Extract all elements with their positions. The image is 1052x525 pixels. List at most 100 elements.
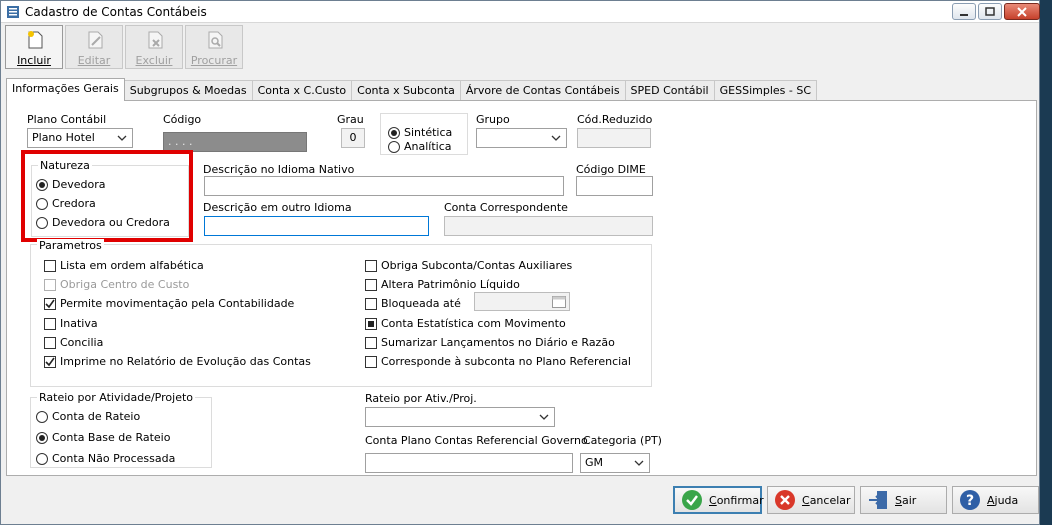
bloqueada-date-input[interactable]	[474, 292, 570, 311]
categoria-select[interactable]: GM	[580, 453, 650, 473]
rateio-conta-base-radio[interactable]: Conta Base de Rateio	[36, 431, 170, 444]
desc-nativo-label: Descrição no Idioma Nativo	[203, 163, 355, 176]
exit-door-icon	[869, 491, 887, 509]
param-permite-movimentacao[interactable]: Permite movimentação pela Contabilidade	[44, 297, 294, 310]
close-button[interactable]	[1004, 3, 1040, 20]
grupo-label: Grupo	[476, 113, 510, 126]
plano-contabil-value: Plano Hotel	[32, 131, 95, 144]
categoria-value: GM	[585, 456, 604, 469]
analitica-label: Analítica	[404, 140, 452, 153]
param-bloqueada-ate[interactable]: Bloqueada até	[365, 297, 461, 310]
incluir-button[interactable]: Incluir	[5, 25, 63, 69]
app-window: Cadastro de Contas Contábeis Incluir Edi…	[0, 0, 1040, 525]
param-conta-estatistica[interactable]: Conta Estatística com Movimento	[365, 317, 566, 330]
radio-dot	[36, 410, 48, 423]
plano-contabil-select[interactable]: Plano Hotel	[27, 128, 133, 148]
param-label: Lista em ordem alfabética	[60, 259, 204, 272]
checkbox	[44, 278, 56, 291]
sintetica-radio[interactable]: Sintética	[388, 126, 452, 139]
grau-input[interactable]: 0	[341, 128, 365, 148]
plano-contabil-label: Plano Contábil	[27, 113, 107, 126]
grau-label: Grau	[337, 113, 364, 126]
chevron-down-icon	[634, 460, 644, 466]
checkbox	[44, 317, 56, 330]
grupo-select[interactable]	[476, 128, 567, 148]
conta-corresp-input[interactable]	[444, 216, 653, 236]
desc-outro-input[interactable]	[204, 216, 429, 236]
window-title: Cadastro de Contas Contábeis	[25, 5, 207, 19]
tab-informacoes-gerais[interactable]: Informações Gerais	[6, 78, 125, 101]
param-lista-alfabetica[interactable]: Lista em ordem alfabética	[44, 259, 204, 272]
rateio-opt-label: Conta de Rateio	[52, 410, 141, 423]
checkbox	[365, 259, 377, 272]
rateio-group: Rateio por Atividade/Projeto Conta de Ra…	[30, 391, 212, 468]
maximize-icon	[985, 6, 995, 16]
codigo-dime-input[interactable]	[576, 176, 653, 196]
new-document-icon	[28, 31, 43, 49]
tab-conta-c-custo[interactable]: Conta x C.Custo	[251, 80, 353, 101]
tab-arvore-contas[interactable]: Árvore de Contas Contábeis	[459, 80, 626, 101]
categoria-label: Categoria (PT)	[583, 434, 662, 447]
delete-document-icon	[148, 31, 163, 49]
desc-nativo-input[interactable]	[204, 176, 564, 196]
param-corresponde-subconta[interactable]: Corresponde à subconta no Plano Referenc…	[365, 355, 631, 368]
parametros-title: Parametros	[37, 239, 104, 252]
checkbox	[365, 336, 377, 349]
tab-gessimples[interactable]: GESSimples - SC	[713, 80, 817, 101]
tab-subgrupos-moedas[interactable]: Subgrupos & Moedas	[123, 80, 253, 101]
param-altera-patrimonio[interactable]: Altera Patrimônio Líquido	[365, 278, 520, 291]
procurar-button[interactable]: Procurar	[185, 25, 243, 69]
incluir-label: Incluir	[17, 54, 51, 67]
cancel-circle-icon	[775, 490, 795, 510]
cod-reduzido-input[interactable]	[577, 128, 651, 148]
checkbox	[365, 297, 377, 310]
sair-button[interactable]: Sair	[860, 486, 947, 514]
confirmar-label: Confirmar	[709, 493, 764, 507]
radio-dot	[388, 126, 400, 139]
codigo-input[interactable]: . . . .	[163, 132, 307, 152]
maximize-button[interactable]	[978, 3, 1002, 20]
checkmark-icon	[45, 357, 55, 366]
param-label: Conta Estatística com Movimento	[381, 317, 566, 330]
help-icon: ?	[960, 490, 980, 510]
rateio-nao-processada-radio[interactable]: Conta Não Processada	[36, 452, 175, 465]
param-imprime-relatorio[interactable]: Imprime no Relatório de Evolução das Con…	[44, 355, 311, 368]
ajuda-button[interactable]: ? Ajuda	[952, 486, 1039, 514]
param-label: Permite movimentação pela Contabilidade	[60, 297, 295, 310]
rateio-ativ-select[interactable]	[365, 407, 555, 427]
conta-ref-input[interactable]	[365, 453, 573, 473]
param-sumarizar-lancamentos[interactable]: Sumarizar Lançamentos no Diário e Razão	[365, 336, 615, 349]
minimize-button[interactable]	[952, 3, 976, 20]
cod-reduzido-label: Cód.Reduzido	[577, 113, 653, 126]
codigo-value: . . . .	[168, 135, 193, 148]
param-concilia[interactable]: Concilia	[44, 336, 103, 349]
desc-outro-label: Descrição em outro Idioma	[203, 201, 352, 214]
tab-conta-subconta[interactable]: Conta x Subconta	[351, 80, 461, 101]
title-bar: Cadastro de Contas Contábeis	[1, 1, 1040, 23]
tab-sped-contabil[interactable]: SPED Contábil	[624, 80, 715, 101]
confirmar-button[interactable]: Confirmar	[673, 486, 764, 514]
radio-dot	[36, 452, 48, 465]
analitica-radio[interactable]: Analítica	[388, 140, 452, 153]
tipo-conta-group: Sintética Analítica	[380, 113, 468, 155]
editar-button[interactable]: Editar	[65, 25, 123, 69]
editar-label: Editar	[77, 54, 111, 67]
informacoes-gerais-panel: Plano Contábil Plano Hotel Código . . . …	[6, 100, 1037, 476]
highlight-box	[21, 150, 193, 242]
cancelar-button[interactable]: Cancelar	[767, 486, 855, 514]
radio-dot	[36, 431, 48, 444]
param-label: Imprime no Relatório de Evolução das Con…	[60, 355, 311, 368]
excluir-button[interactable]: Excluir	[125, 25, 183, 69]
param-inativa[interactable]: Inativa	[44, 317, 98, 330]
param-label: Sumarizar Lançamentos no Diário e Razão	[381, 336, 615, 349]
param-obriga-subconta[interactable]: Obriga Subconta/Contas Auxiliares	[365, 259, 572, 272]
sair-label: Sair	[895, 493, 917, 507]
param-obriga-centro-custo[interactable]: Obriga Centro de Custo	[44, 278, 189, 291]
rateio-title: Rateio por Atividade/Projeto	[37, 391, 195, 404]
excluir-label: Excluir	[135, 54, 173, 67]
grau-value: 0	[349, 131, 357, 144]
param-label: Corresponde à subconta no Plano Referenc…	[381, 355, 631, 368]
param-label: Altera Patrimônio Líquido	[381, 278, 520, 291]
param-label: Inativa	[60, 317, 98, 330]
rateio-conta-rateio-radio[interactable]: Conta de Rateio	[36, 410, 140, 423]
